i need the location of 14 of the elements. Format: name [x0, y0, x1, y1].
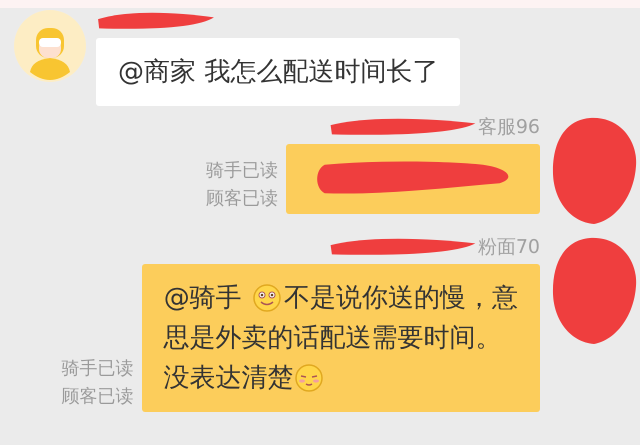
smiley-icon: [252, 283, 282, 313]
read-receipt: 顾客已读: [206, 187, 278, 210]
message-text: 没表达清楚: [164, 362, 294, 395]
sender-name: 粉面70: [478, 235, 540, 260]
read-receipt: 骑手已读: [206, 159, 278, 182]
read-receipt: 顾客已读: [62, 385, 134, 408]
courier-avatar: [14, 10, 86, 82]
sender-name: 客服96: [478, 115, 540, 140]
message-text: @商家 我怎么配送时间长了: [118, 56, 438, 89]
message-text: 思是外卖的话配送需要时间。: [164, 322, 502, 355]
blushing-face-icon: [294, 363, 324, 393]
message-text: @骑手: [164, 282, 243, 315]
message-text: 不是说你送的慢，意: [284, 282, 518, 315]
read-receipt: 骑手已读: [62, 357, 134, 380]
